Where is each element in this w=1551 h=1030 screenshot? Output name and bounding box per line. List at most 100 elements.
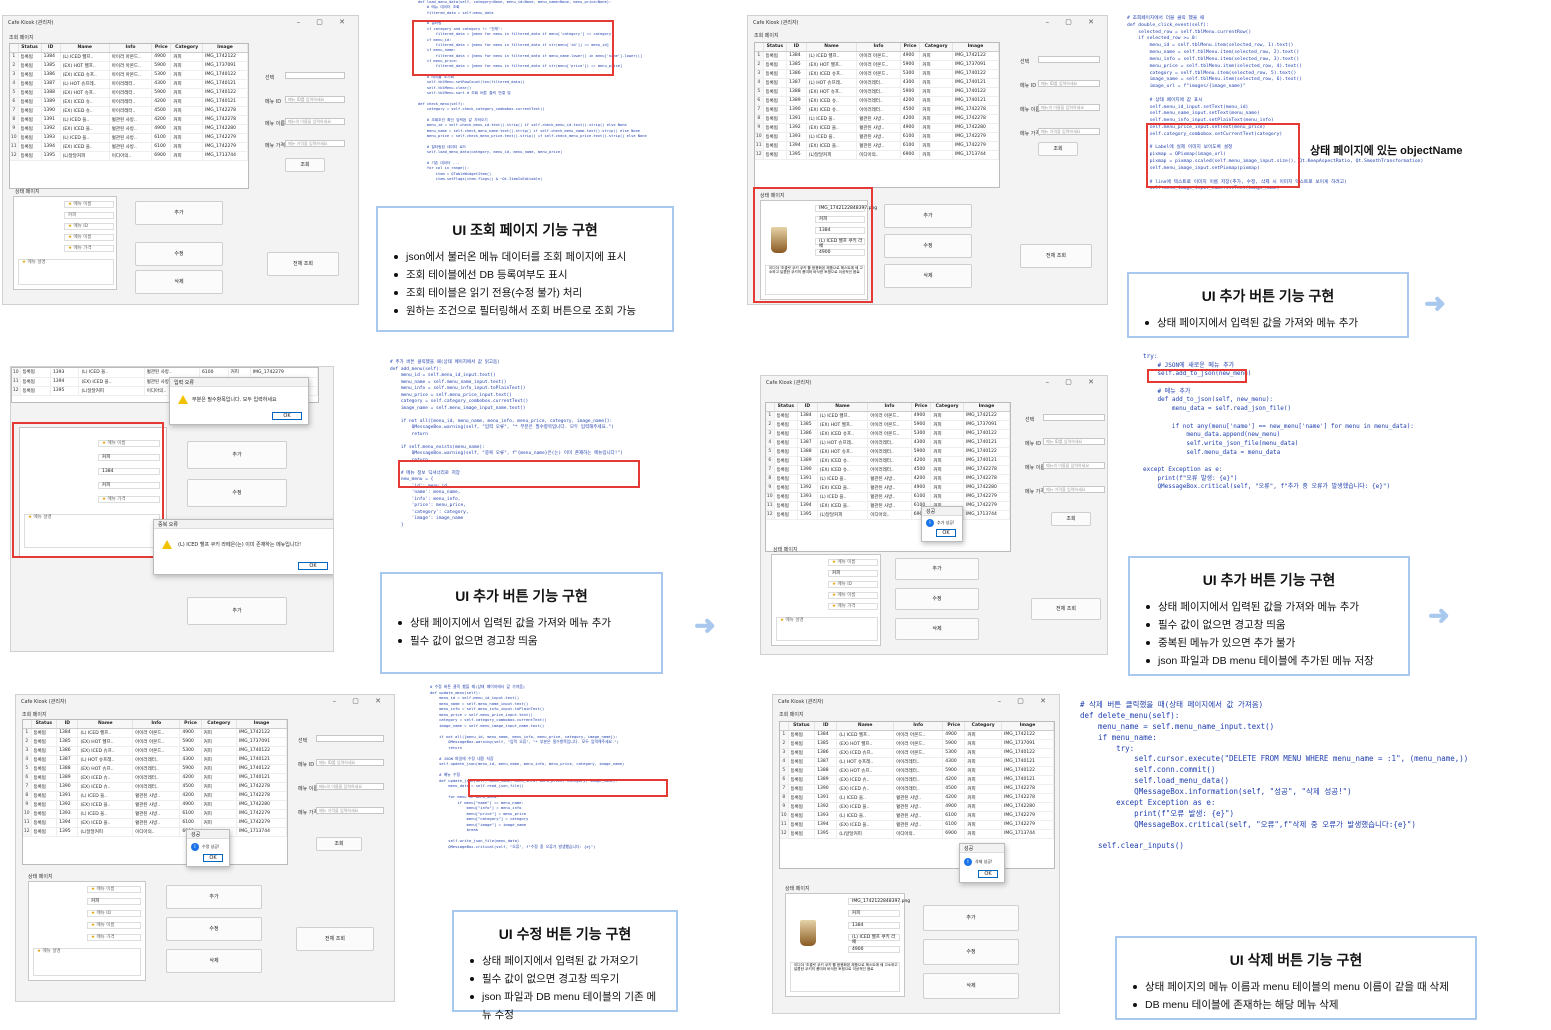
table-row[interactable]: 6 등록됨 1389 (EX) ICED 슈.. 아이러레터.. 4200 커피 IMG_17… bbox=[23, 773, 287, 783]
table-row[interactable]: 6 등록됨 1389 (EX) ICED 슈.. 아이러레터.. 4200 커피 IMG_17… bbox=[755, 96, 999, 106]
column-header[interactable]: Category bbox=[170, 44, 204, 53]
column-header[interactable]: Name bbox=[806, 43, 858, 52]
column-header[interactable]: Image bbox=[952, 43, 999, 52]
column-header[interactable]: ID bbox=[797, 403, 818, 412]
menu-table[interactable]: Status ID Name Info Price Category Image 1 등록됨 13… bbox=[779, 721, 1055, 869]
column-header[interactable]: Name bbox=[817, 403, 869, 412]
table-row[interactable]: 1 등록됨 1384 (L) ICED 헬프.. 아이러 아몬드.. 4900 커피 IMG_… bbox=[766, 411, 1010, 421]
column-header[interactable]: Category bbox=[919, 43, 953, 52]
table-row[interactable]: 11등록됨1394(EX) ICED 을..혈관된 사방..6100커피IMG_… bbox=[766, 501, 1010, 511]
table-row[interactable]: 5 등록됨 1388 (EX) HOT 슈프.. 아이러레터.. 5900 커피 IMG_17… bbox=[755, 87, 999, 97]
table-row[interactable]: 8 등록됨 1391 (L) ICED 을.. 혈관된 사방.. 4200 커피 IMG_17… bbox=[766, 474, 1010, 484]
menu-table[interactable]: Status ID Name Info Price Category Image 1 등록됨 13… bbox=[22, 719, 288, 865]
table-row[interactable]: 1 등록됨 1384 (L) ICED 헬프.. 아이러 아몬드.. 4900 커피 IMG_… bbox=[780, 730, 1054, 740]
table-row[interactable]: 9 등록됨 1392 (EX) ICED 을.. 혈관된 사방.. 4900 커피 IMG_1… bbox=[10, 124, 248, 134]
table-row[interactable]: 12등록됨1395(L)달달커피이디아의..6900커피IMG_1713744 bbox=[10, 151, 248, 161]
table-row[interactable]: 9 등록됨 1392 (EX) ICED 을.. 혈관된 사방.. 4900 커피 IMG_1… bbox=[780, 802, 1054, 812]
state-name[interactable]: ★ 메뉴 이름 bbox=[87, 922, 141, 929]
column-header[interactable]: ID bbox=[786, 43, 807, 52]
add-button[interactable]: 추가 bbox=[187, 441, 287, 469]
delete-button[interactable]: 삭제 bbox=[135, 270, 223, 294]
add-button[interactable]: 추가 bbox=[923, 905, 1019, 931]
table-row[interactable]: 12등록됨1395(L)달달커피이디아의..6900커피IMG_1713744 bbox=[755, 150, 999, 160]
state-price[interactable]: 4900 bbox=[848, 946, 900, 953]
table-row[interactable]: 7 등록됨 1390 (EX) ICED 슈.. 아이러레터.. 4500 커피 IMG_17… bbox=[766, 465, 1010, 475]
table-row[interactable]: 5 등록됨 1388 (EX) HOT 슈프.. 아이러레터.. 5900 커피 IMG_17… bbox=[23, 764, 287, 774]
column-header[interactable]: Status bbox=[763, 43, 788, 52]
table-row[interactable]: 4 등록됨 1387 (L) HOT 슈프레.. 아이러레터.. 4300 커피 IMG_17… bbox=[755, 78, 999, 88]
table-row[interactable]: 1 등록됨 1384 (L) ICED 헬프.. 아이러 아몬드.. 4900 커피 IMG_… bbox=[23, 728, 287, 738]
table-row[interactable]: 3 등록됨 1386 (EX) ICED 슈프.. 아이러 아몬드.. 5300 커피 IMG… bbox=[755, 69, 999, 79]
column-header[interactable]: Price bbox=[942, 722, 966, 731]
column-header[interactable]: ID bbox=[56, 720, 79, 729]
table-row[interactable]: 4 등록됨 1387 (L) HOT 슈프레.. 아이러레터.. 4300 커피 IMG_17… bbox=[766, 438, 1010, 448]
state-name[interactable]: (L) ICED 헬프 쿠키 라떼 bbox=[848, 934, 900, 945]
table-row[interactable]: 2 등록됨 1385 (EX) HOT 헬프.. 아이러 아몬드.. 5900 커피 IMG_… bbox=[23, 737, 287, 747]
filter-name-input[interactable]: 메뉴의 이름을 입력하세요 bbox=[1043, 462, 1105, 469]
edit-button[interactable]: 수정 bbox=[895, 588, 979, 610]
filter-name-input[interactable]: 메뉴의 이름을 입력하세요 bbox=[285, 118, 345, 125]
add-button[interactable]: 추가 bbox=[884, 204, 972, 228]
table-row[interactable]: 12등록됨1395(L)달달커피이디아의..6900커피IMG_1713744 bbox=[23, 827, 287, 837]
window-controls[interactable]: – ▢ ✕ bbox=[1046, 18, 1101, 26]
filter-category-combo[interactable] bbox=[1043, 414, 1105, 421]
state-category-combo[interactable]: 커피 bbox=[828, 570, 878, 577]
add-button[interactable]: 추가 bbox=[135, 201, 223, 225]
table-row[interactable]: 9 등록됨 1392 (EX) ICED 을.. 혈관된 사방.. 4900 커피 IMG_1… bbox=[755, 123, 999, 133]
query-button[interactable]: 조회 bbox=[316, 837, 362, 851]
filter-price-input[interactable]: 메뉴 가격을 입력하세요 bbox=[285, 140, 345, 147]
add-button-lower[interactable]: 추가 bbox=[187, 597, 287, 625]
add-button[interactable]: 추가 bbox=[895, 558, 979, 580]
table-row[interactable]: 5 등록됨 1388 (EX) HOT 슈프.. 아이러레터.. 5900 커피 IMG_17… bbox=[766, 447, 1010, 457]
state-id[interactable]: ★ 메뉴 ID bbox=[64, 223, 114, 230]
table-row[interactable]: 9 등록됨 1392 (EX) ICED 을.. 혈관된 사방.. 4900 커피 IMG_1… bbox=[23, 800, 287, 810]
edit-button[interactable]: 수정 bbox=[135, 242, 223, 266]
state-category-combo[interactable]: 커피 bbox=[87, 898, 141, 905]
ok-button[interactable]: OK bbox=[203, 854, 223, 862]
filter-id-input[interactable]: 메뉴 ID를 입력하세요 bbox=[316, 759, 384, 766]
filter-price-input[interactable]: 메뉴 가격을 입력하세요 bbox=[1043, 486, 1105, 493]
table-row[interactable]: 2 등록됨 1385 (EX) HOT 헬프.. 아이러 아몬드.. 5900 커피 IMG_… bbox=[766, 420, 1010, 430]
full-query-button[interactable]: 전체 조회 bbox=[1020, 244, 1092, 268]
state-category-combo[interactable]: 커피 bbox=[64, 212, 114, 219]
table-row[interactable]: 7 등록됨 1390 (EX) ICED 슈.. 아이러레터.. 4500 커피 IMG_17… bbox=[755, 105, 999, 115]
table-row[interactable]: 7 등록됨 1390 (EX) ICED 슈.. 아이러레터.. 4500 커피 IMG_17… bbox=[10, 106, 248, 116]
column-header[interactable]: Price bbox=[179, 720, 202, 729]
query-button[interactable]: 조회 bbox=[285, 158, 325, 172]
delete-button[interactable]: 삭제 bbox=[895, 618, 979, 640]
table-row[interactable]: 3 등록됨 1386 (EX) ICED 슈프.. 아이러 아몬드.. 5300 커피 IMG… bbox=[10, 70, 248, 80]
table-row[interactable]: 7 등록됨 1390 (EX) ICED 슈.. 아이러레터.. 4500 커피 IMG_17… bbox=[23, 782, 287, 792]
column-header[interactable]: Name bbox=[836, 722, 895, 731]
filter-id-input[interactable]: 메뉴 ID를 입력하세요 bbox=[1043, 438, 1105, 445]
ok-button[interactable]: OK bbox=[272, 412, 302, 420]
table-row[interactable]: 4 등록됨 1387 (L) HOT 슈프레.. 아이러레터.. 4300 커피 IMG_17… bbox=[10, 79, 248, 89]
menu-table[interactable]: Status ID Name Info Price Category Image 1 등록됨 13… bbox=[765, 402, 1011, 552]
column-header[interactable]: Price bbox=[151, 44, 172, 53]
filter-category-combo[interactable] bbox=[316, 735, 384, 742]
column-header[interactable]: Info bbox=[109, 44, 153, 53]
column-header[interactable]: Image bbox=[202, 44, 248, 53]
state-price[interactable]: ★ 메뉴 가격 bbox=[828, 603, 878, 610]
column-header[interactable]: Status bbox=[31, 720, 58, 729]
full-query-button[interactable]: 전체 조회 bbox=[1031, 598, 1101, 620]
delete-button[interactable]: 삭제 bbox=[884, 264, 972, 288]
table-row[interactable]: 3 등록됨 1386 (EX) ICED 슈프.. 아이러 아몬드.. 5300 커피 IMG… bbox=[780, 748, 1054, 758]
add-button[interactable]: 추가 bbox=[166, 885, 262, 909]
table-row[interactable]: 10 등록됨 1393 (L) ICED 을.. 혈관된 사방.. 6100 커피 IMG_1… bbox=[10, 133, 248, 143]
ok-button[interactable]: OK bbox=[936, 529, 956, 537]
full-query-button[interactable]: 전체 조회 bbox=[296, 927, 374, 951]
filter-name-input[interactable]: 메뉴의 이름을 입력하세요 bbox=[1038, 104, 1100, 111]
table-row[interactable]: 2 등록됨 1385 (EX) HOT 헬프.. 아이러 아몬드.. 5900 커피 IMG_… bbox=[780, 739, 1054, 749]
ok-button[interactable]: OK bbox=[298, 562, 328, 570]
table-row[interactable]: 8 등록됨 1391 (L) ICED 을.. 혈관된 사방.. 4200 커피 IMG_17… bbox=[10, 115, 248, 125]
window-controls[interactable]: – ▢ ✕ bbox=[998, 697, 1053, 705]
table-row[interactable]: 12등록됨1395(L)달달커피이디아의..6900커피IMG_1713744 bbox=[766, 510, 1010, 520]
table-row[interactable]: 11등록됨1394(EX) ICED 을..혈관된 사방..6100커피IMG_… bbox=[755, 141, 999, 151]
state-price[interactable]: ★ 메뉴 가격 bbox=[64, 245, 114, 252]
table-row[interactable]: 3 등록됨 1386 (EX) ICED 슈프.. 아이러 아몬드.. 5300 커피 IMG… bbox=[766, 429, 1010, 439]
state-image-name[interactable]: ★ 메뉴 이름 bbox=[828, 559, 878, 566]
table-row[interactable]: 8 등록됨 1391 (L) ICED 을.. 혈관된 사방.. 4200 커피 IMG_17… bbox=[755, 114, 999, 124]
state-name[interactable]: ★ 메뉴 이름 bbox=[64, 234, 114, 241]
column-header[interactable]: Status bbox=[788, 722, 816, 731]
state-category-combo[interactable]: 커피 bbox=[848, 910, 900, 917]
